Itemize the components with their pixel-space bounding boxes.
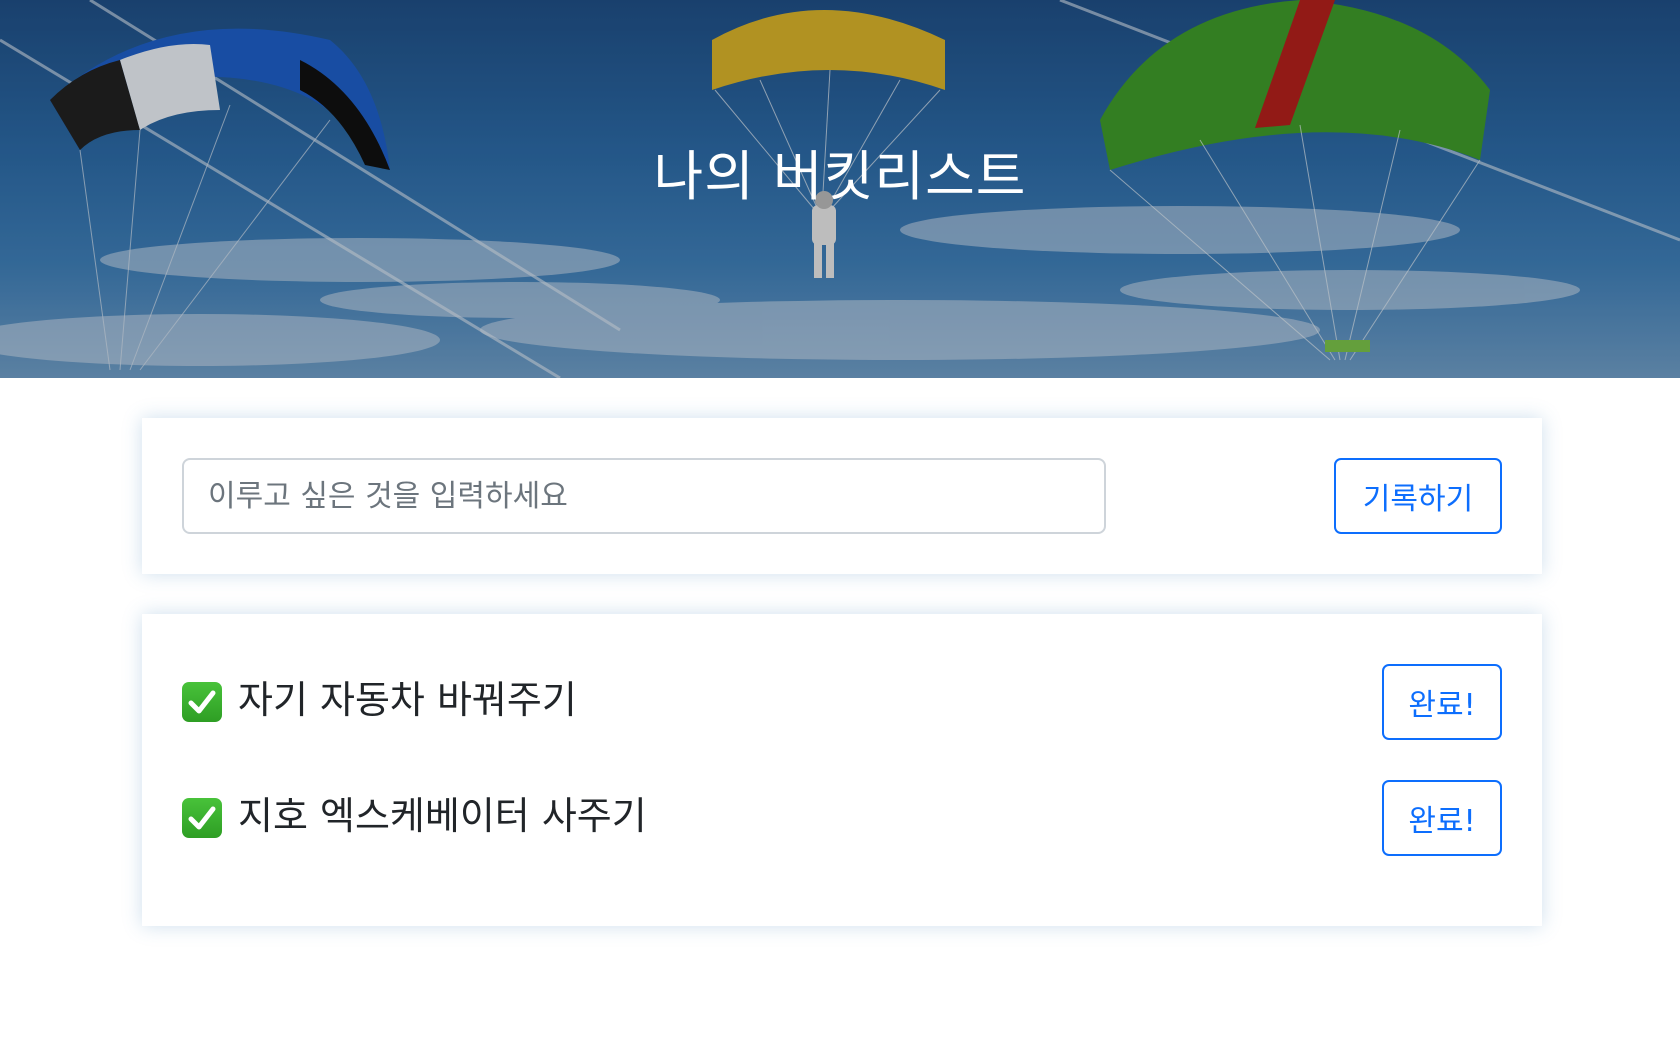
list-item-text: 자기 자동차 바꿔주기 <box>238 678 577 722</box>
bucket-list-card: 자기 자동차 바꿔주기 완료! 지호 엑스케베이터 사주기 완료! <box>142 614 1542 926</box>
list-item: 자기 자동차 바꿔주기 완료! <box>182 664 1502 740</box>
add-goal-card: 기록하기 <box>142 418 1542 574</box>
list-item: 지호 엑스케베이터 사주기 완료! <box>182 780 1502 856</box>
complete-button[interactable]: 완료! <box>1382 780 1502 856</box>
hero-banner: 나의 버킷리스트 <box>0 0 1680 378</box>
list-item-text: 지호 엑스케베이터 사주기 <box>238 794 647 838</box>
complete-button[interactable]: 완료! <box>1382 664 1502 740</box>
goal-input[interactable] <box>182 458 1106 534</box>
check-mark-icon <box>182 798 222 838</box>
page-title: 나의 버킷리스트 <box>653 145 1027 208</box>
check-mark-icon <box>182 682 222 722</box>
record-button[interactable]: 기록하기 <box>1334 458 1502 534</box>
